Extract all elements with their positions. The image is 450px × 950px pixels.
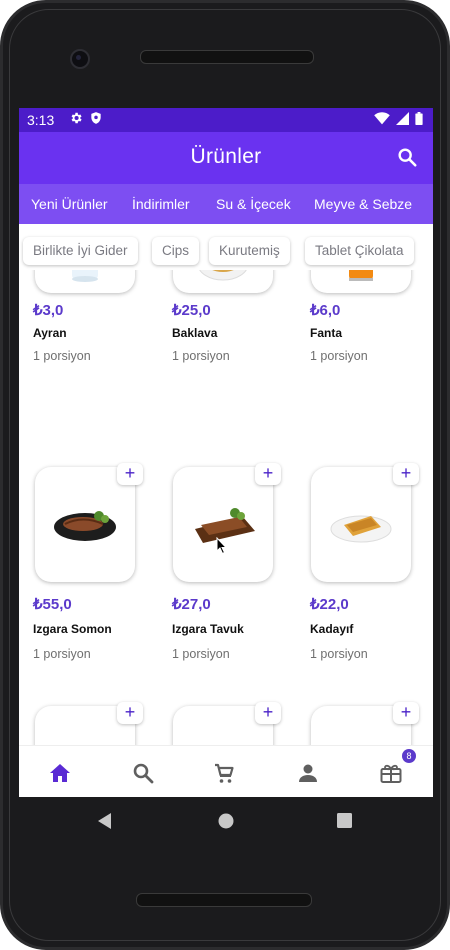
chip-tablet-cikolata[interactable]: Tablet Çikolata (305, 237, 414, 265)
home-icon[interactable] (48, 761, 72, 785)
back-icon[interactable] (98, 813, 112, 829)
tab-meyve-sebze[interactable]: Meyve & Sebze (314, 196, 412, 212)
gift-icon[interactable] (379, 761, 403, 785)
product-image (311, 270, 411, 293)
phone-frame: 3:13 Ürünler Yeni Ürünler İndirimler Su (0, 0, 450, 950)
product-name: Kadayıf (310, 622, 354, 636)
cart-icon[interactable] (212, 761, 236, 785)
product-price: ₺3,0 (33, 302, 64, 319)
product-name: Izgara Somon (33, 622, 112, 636)
tab-indirimler[interactable]: İndirimler (132, 196, 190, 212)
search-icon[interactable] (396, 146, 418, 168)
subcategory-chips: Birlikte İyi Gider Cips Kurutemiş Tablet… (19, 224, 433, 270)
add-to-cart-button[interactable]: + (117, 463, 143, 485)
product-grid: ₺3,0 Ayran 1 porsiyon ₺25,0 Baklava 1 po… (19, 270, 433, 745)
page-title: Ürünler (190, 145, 262, 168)
product-portion: 1 porsiyon (310, 647, 368, 661)
product-price: ₺25,0 (172, 302, 211, 319)
signal-icon (396, 112, 409, 125)
add-to-cart-button[interactable]: + (393, 702, 419, 724)
bottom-speaker (136, 893, 312, 907)
shield-icon (91, 112, 101, 124)
wifi-icon (374, 112, 390, 125)
tab-su-icecek[interactable]: Su & İçecek (216, 196, 291, 212)
search-icon[interactable] (131, 761, 155, 785)
fanta-can-image (349, 270, 373, 281)
category-tabs: Yeni Ürünler İndirimler Su & İçecek Meyv… (19, 184, 433, 224)
product-name: Ayran (33, 326, 67, 340)
product-price: ₺55,0 (33, 596, 72, 613)
recents-icon[interactable] (337, 813, 352, 828)
campaign-count-badge: 8 (402, 749, 416, 763)
add-to-cart-button[interactable]: + (117, 702, 143, 724)
product-portion: 1 porsiyon (172, 349, 230, 363)
front-camera (70, 49, 90, 69)
product-portion: 1 porsiyon (33, 349, 91, 363)
battery-icon (415, 112, 423, 125)
status-bar: 3:13 (19, 108, 433, 132)
person-icon[interactable] (296, 761, 320, 785)
add-to-cart-button[interactable]: + (393, 463, 419, 485)
add-to-cart-button[interactable]: + (255, 702, 281, 724)
chip-cips[interactable]: Cips (152, 237, 200, 265)
product-name: Izgara Tavuk (172, 622, 244, 636)
top-speaker (140, 50, 314, 64)
add-to-cart-button[interactable]: + (255, 463, 281, 485)
ayran-bottle-image (72, 270, 98, 282)
app-screen: 3:13 Ürünler Yeni Ürünler İndirimler Su (19, 108, 433, 797)
chip-birlikte-iyi-gider[interactable]: Birlikte İyi Gider (23, 237, 138, 265)
status-time: 3:13 (27, 112, 55, 128)
product-price: ₺6,0 (310, 302, 341, 319)
system-navigation-bar (19, 797, 433, 843)
product-name: Fanta (310, 326, 343, 340)
settings-gear-icon (71, 112, 82, 124)
product-portion: 1 porsiyon (172, 647, 230, 661)
home-circle-icon[interactable] (218, 813, 234, 829)
product-image (35, 270, 135, 293)
chip-kurutemis[interactable]: Kurutemiş (209, 237, 290, 265)
product-name: Baklava (172, 326, 218, 340)
tab-yeni-urunler[interactable]: Yeni Ürünler (31, 196, 108, 212)
baklava-plate-image (199, 270, 247, 281)
mouse-cursor-icon (216, 537, 228, 555)
product-price: ₺22,0 (310, 596, 349, 613)
product-image (173, 270, 273, 293)
app-bar: Ürünler (19, 132, 433, 184)
product-price: ₺27,0 (172, 596, 211, 613)
product-portion: 1 porsiyon (310, 349, 368, 363)
bottom-navigation (19, 745, 433, 797)
product-portion: 1 porsiyon (33, 647, 91, 661)
